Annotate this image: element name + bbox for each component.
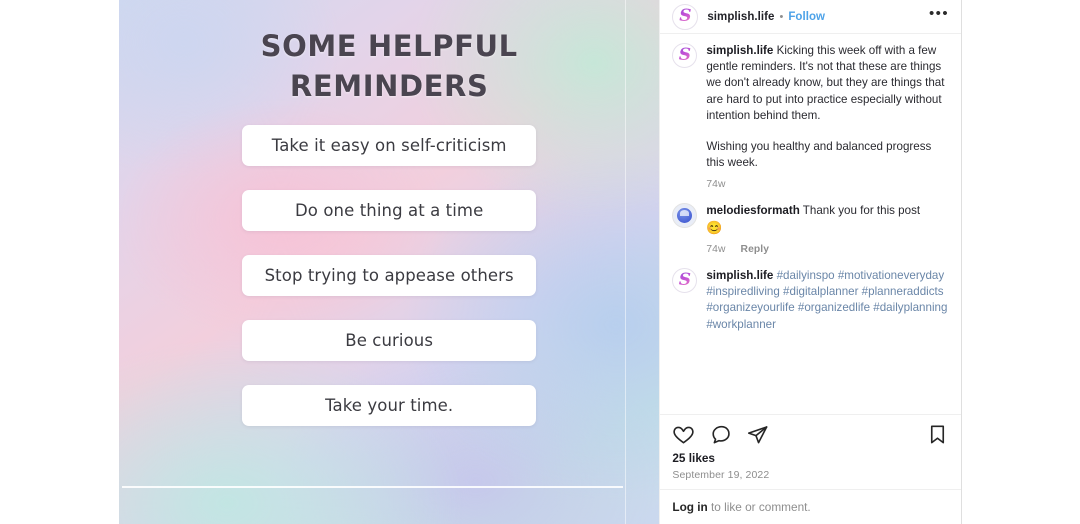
like-icon[interactable] [672,423,695,446]
reminder-card: Take your time. [242,385,537,426]
reminder-card: Stop trying to appease others [242,255,537,296]
comment-body: Thank you for this post [802,204,921,218]
comment-emoji: 😊 [706,219,723,235]
comment-icon[interactable] [709,423,732,446]
commenter-avatar-icon [677,208,693,224]
caption-timestamp: 74w [706,179,726,191]
comment-text: melodiesformath Thank you for this post [706,203,949,219]
save-icon[interactable] [926,423,949,446]
comment-timestamp: 74w [706,243,726,255]
reminder-card-list: Take it easy on self-criticism Do one th… [119,125,659,426]
profile-logo-icon: S [679,6,692,26]
caption-username[interactable]: simplish.life [706,44,773,57]
avatar[interactable]: S [672,43,698,68]
follow-button[interactable]: Follow [788,11,825,23]
reminder-text: Stop trying to appease others [264,266,514,285]
more-options-icon[interactable]: ••• [929,6,949,24]
profile-logo-icon: S [678,269,691,290]
post-card: SOME HELPFUL REMINDERS Take it easy on s… [119,0,962,524]
post-media-image[interactable]: SOME HELPFUL REMINDERS Take it easy on s… [119,0,660,524]
post-header: S simplish.life • Follow ••• [660,0,961,34]
reminder-card: Do one thing at a time [242,190,537,231]
caption-text: simplish.life Kicking this week off with… [706,43,949,124]
hashtag-text: simplish.life #dailyinspo #motivationeve… [706,268,949,334]
comment-username[interactable]: melodiesformath [706,204,799,217]
stats-block: 25 likes September 19, 2022 [660,449,961,489]
comments-scroll-area[interactable]: S simplish.life Kicking this week off wi… [660,34,961,414]
reminder-card: Take it easy on self-criticism [242,125,537,166]
caption-entry: S simplish.life Kicking this week off wi… [672,43,949,190]
reminder-text: Take it easy on self-criticism [271,136,507,155]
comment-entry: melodiesformath Thank you for this post … [672,203,949,255]
action-bar [660,414,961,449]
reminder-text: Be curious [345,331,434,350]
hashtag-comment-entry: S simplish.life #dailyinspo #motivatione… [672,267,949,334]
post-sidebar: S simplish.life • Follow ••• S simplish.… [659,0,961,524]
post-date: September 19, 2022 [672,469,770,481]
avatar[interactable]: S [672,3,699,30]
login-prompt-bar: Log in to like or comment. [660,489,961,524]
reminder-card: Be curious [242,320,537,361]
caption-paragraph-2: Wishing you healthy and balanced progres… [706,140,932,170]
instagram-post-page: SOME HELPFUL REMINDERS Take it easy on s… [0,0,1080,524]
profile-logo-icon: S [678,45,691,65]
reminder-text: Take your time. [325,396,454,415]
avatar[interactable]: S [672,267,698,293]
share-icon[interactable] [746,423,769,446]
hashtag-username[interactable]: simplish.life [706,269,773,282]
media-headline: SOME HELPFUL REMINDERS [260,29,518,103]
like-count[interactable]: 25 likes [672,451,949,465]
login-rest: to like or comment. [707,500,811,514]
comment-meta: 74w Reply [706,244,949,255]
avatar[interactable] [672,203,698,229]
reminder-text: Do one thing at a time [295,201,484,220]
separator-dot: • [779,10,784,23]
reply-button[interactable]: Reply [741,244,770,255]
login-prompt: Log in to like or comment. [672,500,949,514]
media-divider-line [122,486,624,488]
header-username[interactable]: simplish.life [707,11,774,23]
login-link[interactable]: Log in [672,500,707,514]
